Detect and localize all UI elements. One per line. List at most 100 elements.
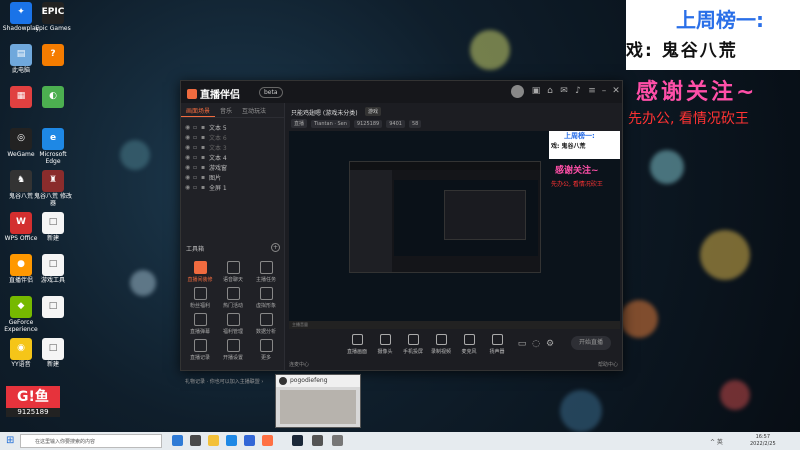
info-icon[interactable]: ◌ <box>531 339 541 349</box>
help-center-link[interactable]: 帮助中心 <box>598 361 618 368</box>
left-footer[interactable]: 礼物记录 · 你也可以加入主播联盟 › <box>185 378 263 385</box>
control-button[interactable]: 扬声器 <box>483 334 511 355</box>
desktop-icon[interactable]: □ 新建 <box>34 338 72 369</box>
control-button[interactable]: 麦克风 <box>455 334 483 355</box>
source-item[interactable]: ◉ ▫ ▪ 文本 4 <box>181 152 284 162</box>
live-badge-number: 9125189 <box>6 408 60 417</box>
tool-label: 粉丝福利 <box>189 303 210 309</box>
desktop-icon[interactable]: □ 新建 <box>34 212 72 243</box>
tool-button[interactable]: 直播间装修 <box>185 261 215 283</box>
desktop-icon[interactable]: EPIC Epic Games <box>34 2 72 33</box>
tool-button[interactable]: 开播设置 <box>218 339 248 361</box>
left-tab[interactable]: 画面场景 <box>181 103 216 117</box>
taskbar-search-input[interactable]: 在这里输入你要搜索的内容 <box>20 434 162 448</box>
taskbar-preview-title: pogodiefeng <box>276 375 360 387</box>
task-view-icon[interactable] <box>190 435 201 446</box>
nested-app-window-inner <box>444 190 526 240</box>
preview-rank-name: 戏: 鬼谷八荒 <box>551 143 586 150</box>
lock-icon[interactable]: ▫ <box>193 124 201 131</box>
tool-button[interactable]: 虚拟形象 <box>251 287 281 309</box>
desktop-app-icon: □ <box>42 254 64 276</box>
desktop-icon[interactable]: ♜ 鬼谷八荒 修改器 <box>34 170 72 207</box>
tool-button[interactable]: 福利管理 <box>218 313 248 335</box>
control-button[interactable]: 录制视频 <box>427 334 455 355</box>
desktop-icon[interactable]: □ 游戏工具 <box>34 254 72 285</box>
tool-button[interactable]: 粉丝福利 <box>185 287 215 309</box>
eye-icon[interactable]: ◉ <box>185 164 193 171</box>
left-tab[interactable]: 音乐 <box>215 103 237 117</box>
lock-icon[interactable]: ▫ <box>193 164 201 171</box>
desktop-icon[interactable]: ◐ <box>34 86 72 110</box>
edge-taskbar-icon[interactable] <box>172 435 183 446</box>
desktop-icon[interactable]: □ <box>34 296 72 320</box>
taskbar-preview-window[interactable]: pogodiefeng <box>275 374 361 428</box>
mail-taskbar-icon[interactable] <box>244 435 255 446</box>
tool-button[interactable]: 直播弹幕 <box>185 313 215 335</box>
left-tab[interactable]: 互动玩法 <box>237 103 271 117</box>
explorer-taskbar-icon[interactable] <box>208 435 219 446</box>
eye-icon[interactable]: ◉ <box>185 134 193 141</box>
preview-rank-overlay: 上周榜一: 戏: 鬼谷八荒 <box>549 131 620 159</box>
camera-icon[interactable]: ▭ <box>517 339 527 349</box>
room-info-item: 9125189 <box>353 120 383 128</box>
version-badge[interactable]: beta <box>259 87 283 98</box>
store-icon[interactable]: ▣ <box>531 86 541 96</box>
title-bar: 直播伴侣 beta ▣ ⌂ ✉ ♪ ≡ – ✕ <box>181 81 622 103</box>
obs-taskbar-icon[interactable] <box>312 435 323 446</box>
connect-center-link[interactable]: 连麦中心 <box>289 361 309 368</box>
eye-icon[interactable]: ◉ <box>185 184 193 191</box>
tool-button[interactable]: 主播任务 <box>251 261 281 283</box>
stream-preview[interactable]: 上周榜一: 戏: 鬼谷八荒 感谢关注~ 先办公, 看情况砍王 <box>289 131 620 321</box>
room-info-item: 58 <box>408 120 422 128</box>
control-icon <box>491 334 503 345</box>
desktop-icon[interactable]: ? <box>34 44 72 68</box>
menu-icon[interactable]: ≡ <box>587 86 597 96</box>
windows-start-icon[interactable]: ⊞ <box>6 436 15 446</box>
user-avatar[interactable] <box>511 85 524 98</box>
lock-icon[interactable]: ▫ <box>193 184 201 191</box>
desktop-app-icon: □ <box>42 296 64 318</box>
tool-button[interactable]: 热门活动 <box>218 287 248 309</box>
game-taskbar-icon[interactable] <box>332 435 343 446</box>
source-item[interactable]: ◉ ▫ ▪ 全屏 1 <box>181 182 284 192</box>
source-item[interactable]: ◉ ▫ ▪ 图片 <box>181 172 284 182</box>
close-icon[interactable]: ✕ <box>611 86 621 96</box>
tool-button[interactable]: 直播记录 <box>185 339 215 361</box>
desktop-app-icon: ◆ <box>10 296 32 318</box>
control-button[interactable]: 摄像头 <box>371 334 399 355</box>
store-taskbar-icon[interactable] <box>226 435 237 446</box>
clock[interactable]: 16:57 2022/2/25 <box>750 434 776 448</box>
lock-icon[interactable]: ▫ <box>193 154 201 161</box>
start-live-button[interactable]: 开始直播 <box>571 336 611 350</box>
eye-icon[interactable]: ◉ <box>185 144 193 151</box>
room-category-badge[interactable]: 游戏 <box>365 107 382 116</box>
tool-button[interactable]: 数据分析 <box>251 313 281 335</box>
lock-icon[interactable]: ▫ <box>193 174 201 181</box>
source-item[interactable]: ◉ ▫ ▪ 文本 6 <box>181 132 284 142</box>
tools-settings-icon[interactable]: + <box>271 243 280 252</box>
steam-taskbar-icon[interactable] <box>292 435 303 446</box>
gift-icon[interactable]: ⌂ <box>545 86 555 96</box>
tool-button[interactable]: 更多 <box>251 339 281 361</box>
tool-label: 直播弹幕 <box>189 329 210 335</box>
lock-icon[interactable]: ▫ <box>193 144 201 151</box>
control-button[interactable]: 手机投屏 <box>399 334 427 355</box>
eye-icon[interactable]: ◉ <box>185 124 193 131</box>
app-taskbar-icon[interactable] <box>262 435 273 446</box>
tool-label: 福利管理 <box>222 329 243 335</box>
bell-icon[interactable]: ♪ <box>573 86 583 96</box>
minimize-icon[interactable]: – <box>599 86 609 96</box>
eye-icon[interactable]: ◉ <box>185 174 193 181</box>
tool-button[interactable]: 语音聊天 <box>218 261 248 283</box>
settings-icon[interactable]: ⚙ <box>545 339 555 349</box>
system-tray[interactable]: ^ 英 <box>710 437 723 446</box>
mail-icon[interactable]: ✉ <box>559 86 569 96</box>
desktop-icon[interactable]: e Microsoft Edge <box>34 128 72 165</box>
desktop-app-icon: ◉ <box>10 338 32 360</box>
lock-icon[interactable]: ▫ <box>193 134 201 141</box>
source-item[interactable]: ◉ ▫ ▪ 游戏窗 <box>181 162 284 172</box>
source-item[interactable]: ◉ ▫ ▪ 文本 5 <box>181 122 284 132</box>
control-button[interactable]: 直播画面 <box>343 334 371 355</box>
eye-icon[interactable]: ◉ <box>185 154 193 161</box>
source-item[interactable]: ◉ ▫ ▪ 文本 3 <box>181 142 284 152</box>
